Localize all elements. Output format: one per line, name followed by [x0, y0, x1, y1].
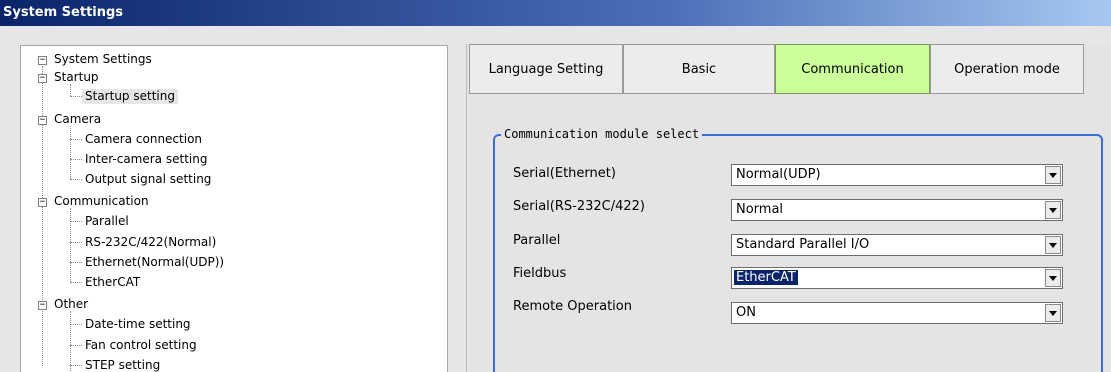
collapse-icon[interactable]: −: [38, 116, 47, 125]
tree-item-output-signal-setting[interactable]: Output signal setting: [85, 172, 211, 187]
tree-guide-line: [70, 208, 71, 282]
tree-guide-line: [42, 66, 43, 366]
tree-item-startup-setting[interactable]: Startup setting: [82, 89, 178, 104]
serial-ethernet-label: Serial(Ethernet): [513, 166, 616, 181]
dropdown-arrow-icon[interactable]: [1045, 166, 1061, 184]
serial-rs232c-value: Normal: [736, 202, 784, 217]
window-title: System Settings: [0, 0, 1111, 26]
settings-panel: Language Setting Basic Communication Ope…: [466, 44, 1111, 372]
tree-item-step-setting[interactable]: STEP setting: [85, 358, 160, 372]
serial-ethernet-value: Normal(UDP): [736, 167, 821, 182]
tree-guide-line: [70, 311, 71, 372]
serial-rs232c-select[interactable]: Normal: [731, 199, 1063, 221]
tree-item-camera-connection[interactable]: Camera connection: [85, 132, 202, 147]
collapse-icon[interactable]: −: [38, 56, 47, 65]
tree-branch-line: [70, 365, 82, 366]
tree-branch-line: [70, 179, 82, 180]
serial-rs232c-label: Serial(RS-232C/422): [513, 199, 645, 214]
tree-branch-line: [70, 242, 82, 243]
dropdown-arrow-icon[interactable]: [1045, 304, 1061, 322]
dropdown-arrow-icon[interactable]: [1045, 269, 1061, 287]
fieldbus-label: Fieldbus: [513, 266, 567, 281]
tree-branch-line: [70, 262, 82, 263]
serial-ethernet-select[interactable]: Normal(UDP): [731, 164, 1063, 186]
tree-item-ethercat[interactable]: EtherCAT: [85, 275, 140, 290]
tree-item-inter-camera-setting[interactable]: Inter-camera setting: [85, 152, 207, 167]
collapse-icon[interactable]: −: [38, 74, 47, 83]
tree-branch-line: [70, 159, 82, 160]
remote-operation-value: ON: [736, 305, 756, 320]
fieldbus-select[interactable]: EtherCAT: [731, 267, 1063, 289]
group-title: Communication module select: [501, 127, 703, 141]
tree-branch-line: [70, 139, 82, 140]
tree-item-startup[interactable]: Startup: [54, 70, 99, 85]
tree-root-label[interactable]: System Settings: [54, 52, 152, 67]
tree-guide-line: [70, 84, 71, 96]
tree-guide-line: [70, 126, 71, 179]
tree-item-ethernet[interactable]: Ethernet(Normal(UDP)): [85, 255, 224, 270]
tree-branch-line: [70, 345, 82, 346]
tree-item-rs232c[interactable]: RS-232C/422(Normal): [85, 235, 216, 250]
fieldbus-value: EtherCAT: [734, 270, 798, 285]
tree-item-communication[interactable]: Communication: [54, 194, 149, 209]
tree-branch-line: [70, 96, 82, 97]
remote-operation-select[interactable]: ON: [731, 302, 1063, 324]
tree-item-fan-control-setting[interactable]: Fan control setting: [85, 338, 197, 353]
tab-basic[interactable]: Basic: [623, 44, 775, 94]
collapse-icon[interactable]: −: [38, 301, 47, 310]
tree-branch-line: [70, 221, 82, 222]
tree-branch-line: [70, 282, 82, 283]
parallel-select[interactable]: Standard Parallel I/O: [731, 234, 1063, 256]
tree-item-other[interactable]: Other: [54, 297, 88, 312]
collapse-icon[interactable]: −: [38, 198, 47, 207]
tree-item-camera[interactable]: Camera: [54, 112, 101, 127]
parallel-value: Standard Parallel I/O: [736, 237, 870, 252]
tab-language-setting[interactable]: Language Setting: [469, 44, 623, 94]
settings-tree[interactable]: − System Settings − Startup Startup sett…: [20, 45, 448, 372]
parallel-label: Parallel: [513, 233, 561, 248]
communication-module-group: Communication module select Serial(Ether…: [493, 127, 1103, 372]
tab-operation-mode[interactable]: Operation mode: [930, 44, 1084, 94]
remote-operation-label: Remote Operation: [513, 299, 632, 314]
tree-branch-line: [70, 324, 82, 325]
tree-item-parallel[interactable]: Parallel: [85, 214, 129, 229]
tree-item-date-time-setting[interactable]: Date-time setting: [85, 317, 191, 332]
tab-communication[interactable]: Communication: [775, 44, 930, 94]
dropdown-arrow-icon[interactable]: [1045, 201, 1061, 219]
dropdown-arrow-icon[interactable]: [1045, 236, 1061, 254]
